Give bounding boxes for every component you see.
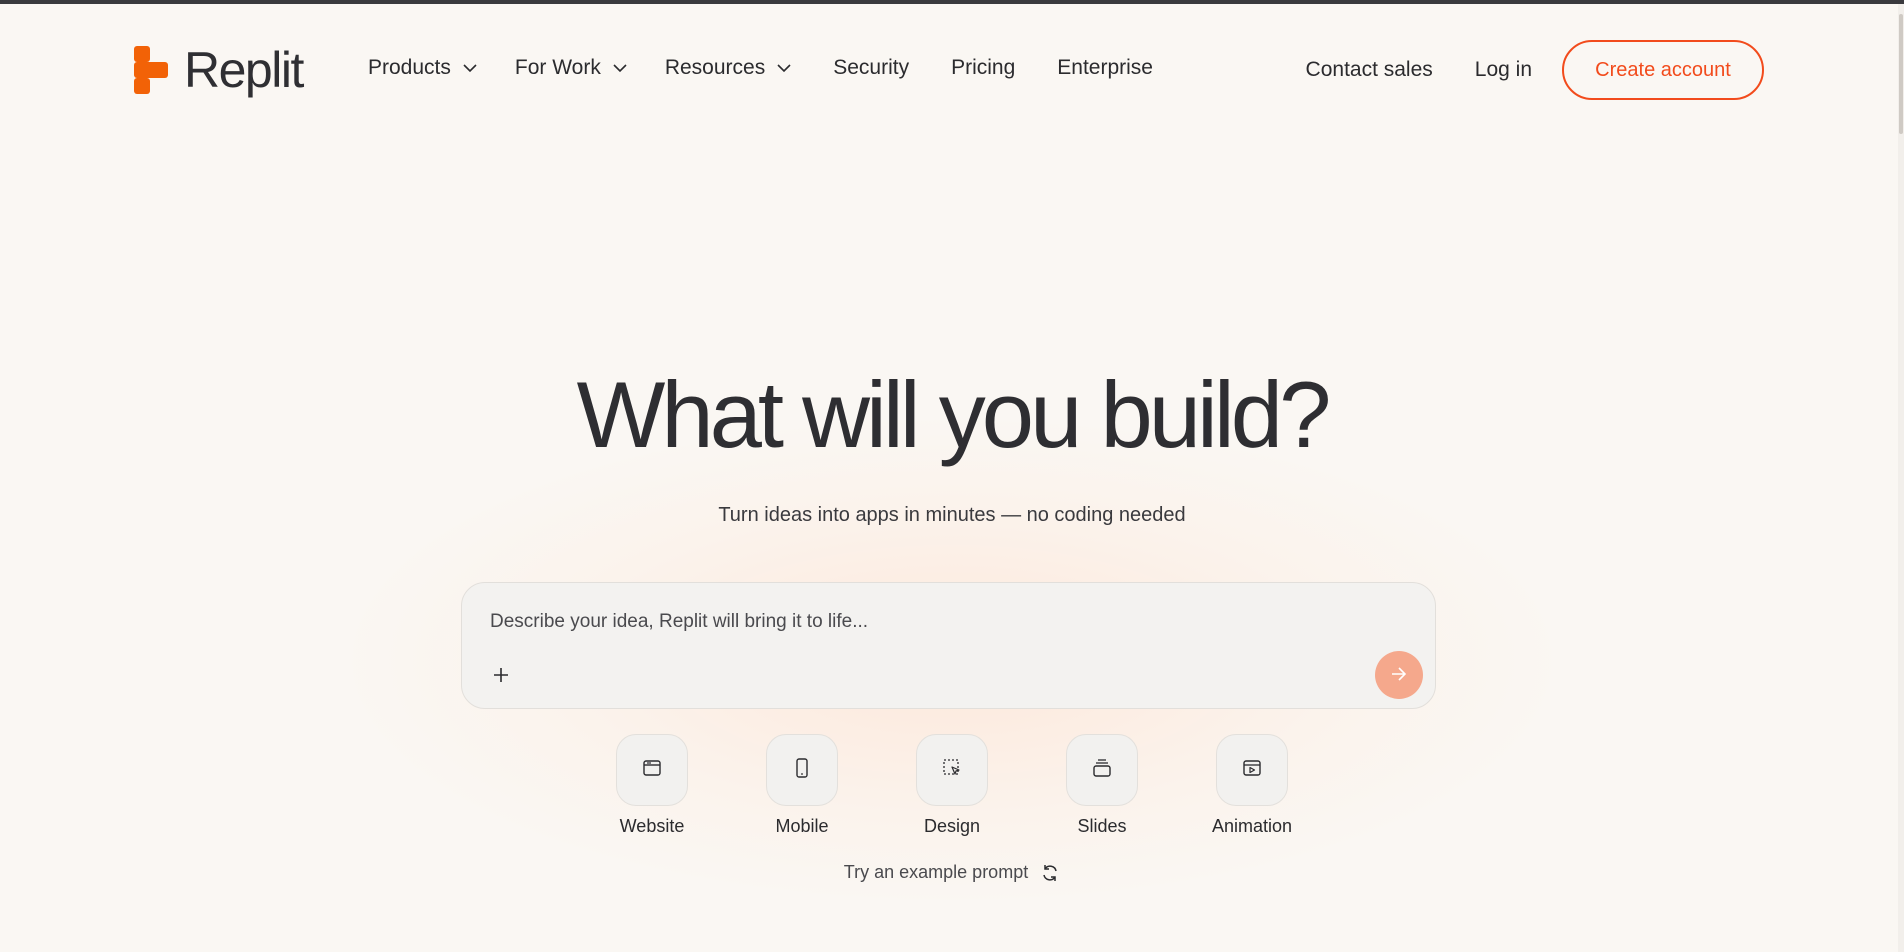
nav-pricing[interactable]: Pricing	[951, 56, 1015, 80]
mobile-phone-icon	[791, 757, 813, 784]
replit-logo[interactable]: Replit	[134, 42, 304, 98]
type-slides-tile[interactable]	[1066, 734, 1138, 806]
project-type-row: Website Mobile Design Slides Animation	[0, 734, 1904, 837]
prompt-box	[461, 582, 1436, 709]
send-button[interactable]	[1375, 651, 1423, 699]
arrow-right-icon	[1390, 666, 1408, 685]
refresh-icon	[1040, 863, 1060, 883]
chevron-down-icon	[777, 61, 791, 75]
type-website-tile[interactable]	[616, 734, 688, 806]
contact-sales-link[interactable]: Contact sales	[1306, 58, 1433, 82]
selection-cursor-icon	[941, 757, 963, 784]
nav-security[interactable]: Security	[833, 56, 909, 80]
nav-security-label: Security	[833, 56, 910, 79]
login-link[interactable]: Log in	[1475, 58, 1532, 82]
type-website[interactable]: Website	[577, 734, 727, 837]
stacked-slides-icon	[1091, 757, 1113, 784]
type-animation-label: Animation	[1211, 816, 1293, 836]
nav-enterprise-label: Enterprise	[1057, 56, 1153, 79]
browser-window-icon	[641, 757, 663, 784]
replit-logo-text: Replit	[184, 42, 304, 98]
chevron-down-icon	[463, 61, 477, 75]
play-window-icon	[1241, 757, 1263, 784]
type-mobile-label: Mobile	[775, 816, 829, 836]
header-actions: Contact sales Log in Create account	[1306, 40, 1764, 100]
nav-products[interactable]: Products	[368, 56, 477, 80]
type-mobile-tile[interactable]	[766, 734, 838, 806]
prompt-input[interactable]	[490, 607, 1350, 637]
hero-subtitle: Turn ideas into apps in minutes — no cod…	[718, 504, 1186, 526]
nav-products-label: Products	[368, 56, 451, 79]
type-animation[interactable]: Animation	[1177, 734, 1327, 837]
nav-enterprise[interactable]: Enterprise	[1057, 56, 1153, 80]
main-nav: Products For Work Resources Security Pri…	[368, 56, 1153, 80]
type-design[interactable]: Design	[877, 734, 1027, 837]
replit-logo-icon	[134, 46, 170, 94]
nav-resources-label: Resources	[664, 56, 766, 79]
nav-resources[interactable]: Resources	[665, 56, 791, 80]
site-header: Replit Products For Work Resources Secur…	[0, 36, 1904, 106]
type-design-label: Design	[923, 816, 981, 836]
type-slides-label: Slides	[1077, 816, 1127, 836]
hero-title: What will you build?	[576, 362, 1332, 467]
type-design-tile[interactable]	[916, 734, 988, 806]
type-slides[interactable]: Slides	[1027, 734, 1177, 837]
add-attachment-button[interactable]	[486, 661, 516, 691]
type-animation-tile[interactable]	[1216, 734, 1288, 806]
nav-pricing-label: Pricing	[951, 56, 1016, 79]
create-account-button[interactable]: Create account	[1562, 40, 1764, 100]
window-top-border	[0, 0, 1904, 4]
nav-for-work-label: For Work	[514, 56, 601, 79]
type-mobile[interactable]: Mobile	[727, 734, 877, 837]
plus-icon	[492, 666, 510, 687]
example-prompt-label: Try an example prompt	[843, 862, 1029, 882]
nav-for-work[interactable]: For Work	[515, 56, 627, 80]
example-prompt-button[interactable]: Try an example prompt	[0, 862, 1904, 883]
type-website-label: Website	[619, 816, 685, 836]
chevron-down-icon	[613, 61, 627, 75]
